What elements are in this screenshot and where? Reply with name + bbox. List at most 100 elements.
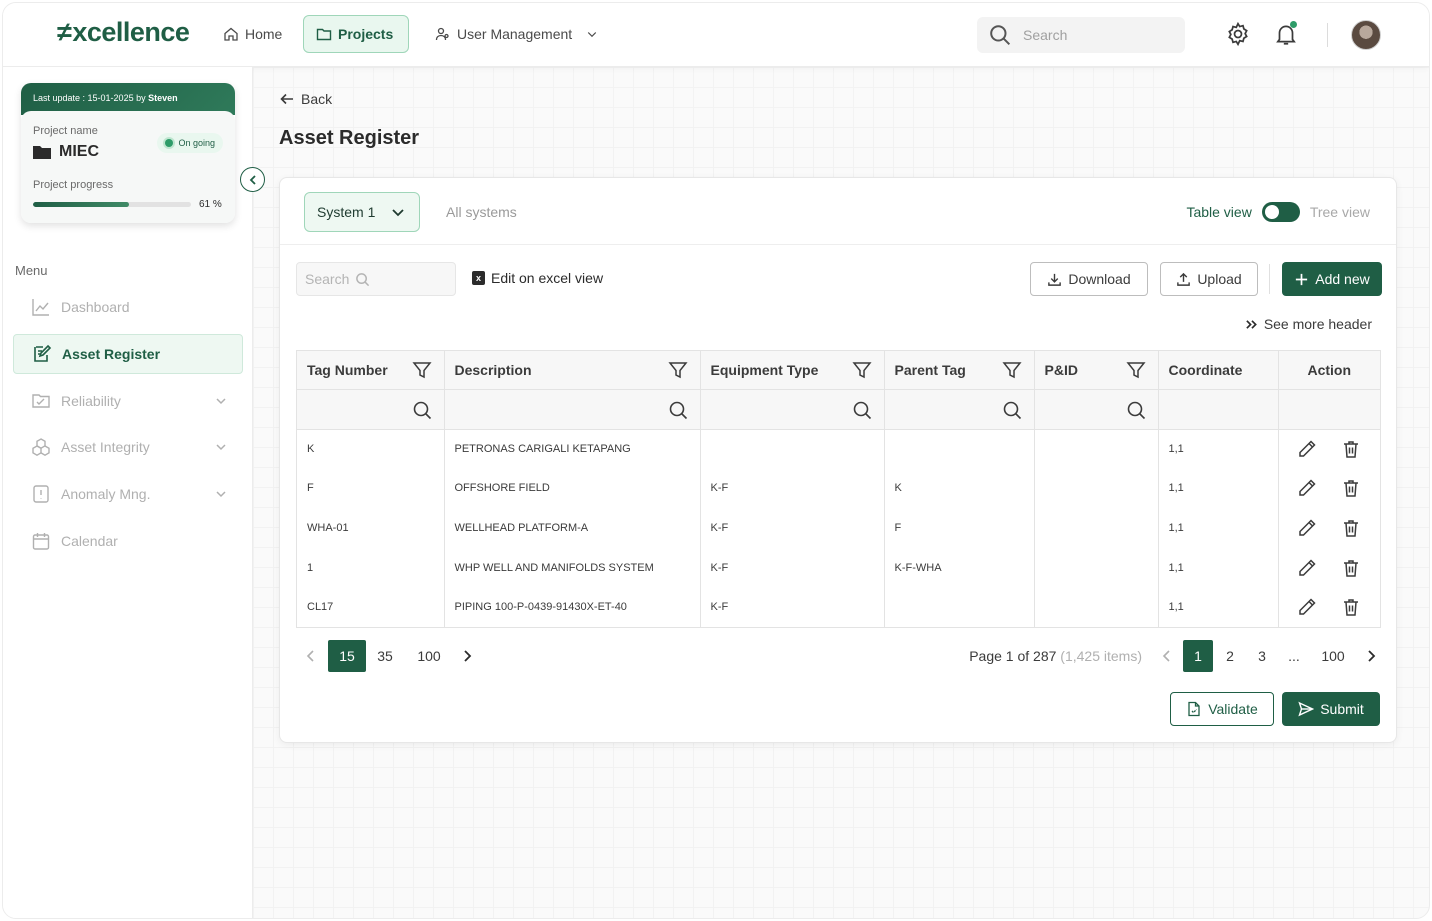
table-row[interactable]: WHA-01 WELLHEAD PLATFORM-A K-F F 1,1 [297, 508, 1380, 548]
table-search-input[interactable]: Search [296, 262, 456, 296]
download-button[interactable]: Download [1030, 262, 1148, 296]
sidebar-item-asset-register[interactable]: Asset Register [13, 334, 243, 374]
page-size-option[interactable]: 15 [328, 640, 366, 672]
page-number[interactable]: 100 [1311, 640, 1355, 672]
column-search-pid[interactable] [1034, 389, 1159, 430]
column-search-tag-number[interactable] [297, 389, 445, 430]
sidebar-item-reliability[interactable]: Reliability [13, 381, 243, 421]
cell-description: PETRONAS CARIGALI KETAPANG [444, 429, 701, 469]
view-toggle: Table view Tree view [1186, 202, 1370, 222]
pencil-icon[interactable] [1297, 518, 1317, 538]
filter-icon[interactable] [667, 360, 688, 380]
sidebar-item-anomaly[interactable]: Anomaly Mng. [13, 474, 243, 514]
toolbar-divider [1269, 264, 1270, 294]
upload-icon [1177, 272, 1191, 286]
global-search-input[interactable]: Search [977, 17, 1185, 53]
tree-view-label[interactable]: Tree view [1310, 204, 1370, 220]
filter-icon[interactable] [851, 360, 872, 380]
column-header-action: Action [1278, 351, 1380, 390]
send-icon [1298, 701, 1315, 717]
edit-excel-button[interactable]: x Edit on excel view [472, 270, 603, 286]
pencil-icon[interactable] [1297, 597, 1317, 617]
gear-icon[interactable] [1225, 21, 1251, 47]
column-header-coordinate[interactable]: Coordinate [1158, 351, 1279, 390]
trash-icon[interactable] [1341, 518, 1361, 538]
trash-icon[interactable] [1341, 597, 1361, 617]
table-row[interactable]: CL17 PIPING 100-P-0439-91430X-ET-40 K-F … [297, 587, 1380, 627]
page-size-option[interactable]: 100 [404, 640, 454, 672]
home-icon [224, 27, 238, 41]
submit-button[interactable]: Submit [1282, 692, 1380, 726]
last-update-text: Last update : 15-01-2025 by [33, 93, 149, 103]
sidebar-item-label: Asset Integrity [61, 439, 150, 455]
filter-icon[interactable] [1001, 360, 1022, 380]
see-more-header-link[interactable]: See more header [1245, 316, 1372, 332]
progress-fill [33, 202, 130, 207]
column-search-coordinate [1158, 389, 1279, 430]
filter-icon[interactable] [1125, 360, 1146, 380]
sidebar-item-dashboard[interactable]: Dashboard [13, 287, 243, 327]
table-row[interactable]: F OFFSHORE FIELD K-F K 1,1 [297, 468, 1380, 509]
page-size-option[interactable]: 35 [366, 640, 404, 672]
view-switch[interactable] [1261, 202, 1300, 222]
download-icon [1048, 273, 1062, 286]
filter-icon[interactable] [411, 360, 432, 380]
calendar-icon [32, 533, 50, 550]
column-search-parent-tag[interactable] [884, 389, 1035, 430]
table-row[interactable]: 1 WHP WELL AND MANIFOLDS SYSTEM K-F K-F-… [297, 547, 1380, 588]
sidebar-item-label: Asset Register [62, 346, 161, 362]
page-number[interactable]: 3 [1247, 640, 1277, 672]
nav-home[interactable]: Home [211, 15, 294, 53]
page-number[interactable]: 2 [1215, 640, 1245, 672]
users-icon [435, 27, 449, 41]
column-search-description[interactable] [444, 389, 701, 430]
pencil-icon[interactable] [1297, 439, 1317, 459]
nav-projects-label: Projects [338, 26, 394, 42]
sidebar-collapse-button[interactable] [240, 167, 265, 192]
column-header-label: Action [1307, 361, 1352, 378]
system-select[interactable]: System 1 [304, 192, 420, 232]
trash-icon[interactable] [1341, 558, 1361, 578]
double-chevron-right-icon [1246, 319, 1257, 329]
pencil-icon[interactable] [1297, 478, 1317, 498]
table-view-label[interactable]: Table view [1186, 204, 1251, 220]
cell-tag-number: CL17 [297, 587, 445, 627]
pencil-icon[interactable] [1297, 558, 1317, 578]
upload-button[interactable]: Upload [1160, 262, 1258, 296]
chevron-right-icon[interactable] [1364, 649, 1378, 663]
chevron-left-icon[interactable] [1160, 649, 1174, 663]
cell-equipment-type: K-F [700, 508, 885, 548]
nav-projects[interactable]: Projects [303, 15, 409, 53]
page-number[interactable]: 1 [1183, 640, 1213, 672]
column-search-equipment-type[interactable] [700, 389, 885, 430]
project-progress: 61 % [33, 199, 223, 210]
validate-button[interactable]: Validate [1170, 692, 1274, 726]
trash-icon[interactable] [1341, 478, 1361, 498]
back-link[interactable]: Back [279, 91, 332, 107]
chart-icon [32, 299, 49, 316]
add-new-button[interactable]: Add new [1282, 262, 1382, 296]
sidebar-item-calendar[interactable]: Calendar [13, 521, 243, 561]
chevron-left-icon[interactable] [304, 649, 318, 663]
column-header-parent-tag[interactable]: Parent Tag [884, 351, 1035, 390]
cell-action [1278, 587, 1380, 627]
folder-icon [33, 146, 51, 159]
trash-icon[interactable] [1341, 439, 1361, 459]
nav-user-management[interactable]: User Management [423, 15, 610, 53]
column-header-description[interactable]: Description [444, 351, 701, 390]
cell-pid [1034, 429, 1159, 469]
sidebar-item-asset-integrity[interactable]: Asset Integrity [13, 427, 243, 467]
all-systems-tab[interactable]: All systems [446, 204, 517, 220]
progress-track [33, 202, 191, 207]
app-logo[interactable]: ≠ xcellence [57, 17, 190, 48]
search-icon [990, 25, 1011, 46]
anomaly-icon [33, 485, 49, 503]
column-header-pid[interactable]: P&ID [1034, 351, 1159, 390]
search-icon [853, 401, 871, 419]
column-header-equipment-type[interactable]: Equipment Type [700, 351, 885, 390]
column-header-tag-number[interactable]: Tag Number [297, 351, 445, 390]
cell-tag-number: WHA-01 [297, 508, 445, 548]
chevron-right-icon[interactable] [460, 649, 474, 663]
avatar[interactable] [1351, 20, 1381, 50]
table-row[interactable]: K PETRONAS CARIGALI KETAPANG 1,1 [297, 429, 1380, 469]
